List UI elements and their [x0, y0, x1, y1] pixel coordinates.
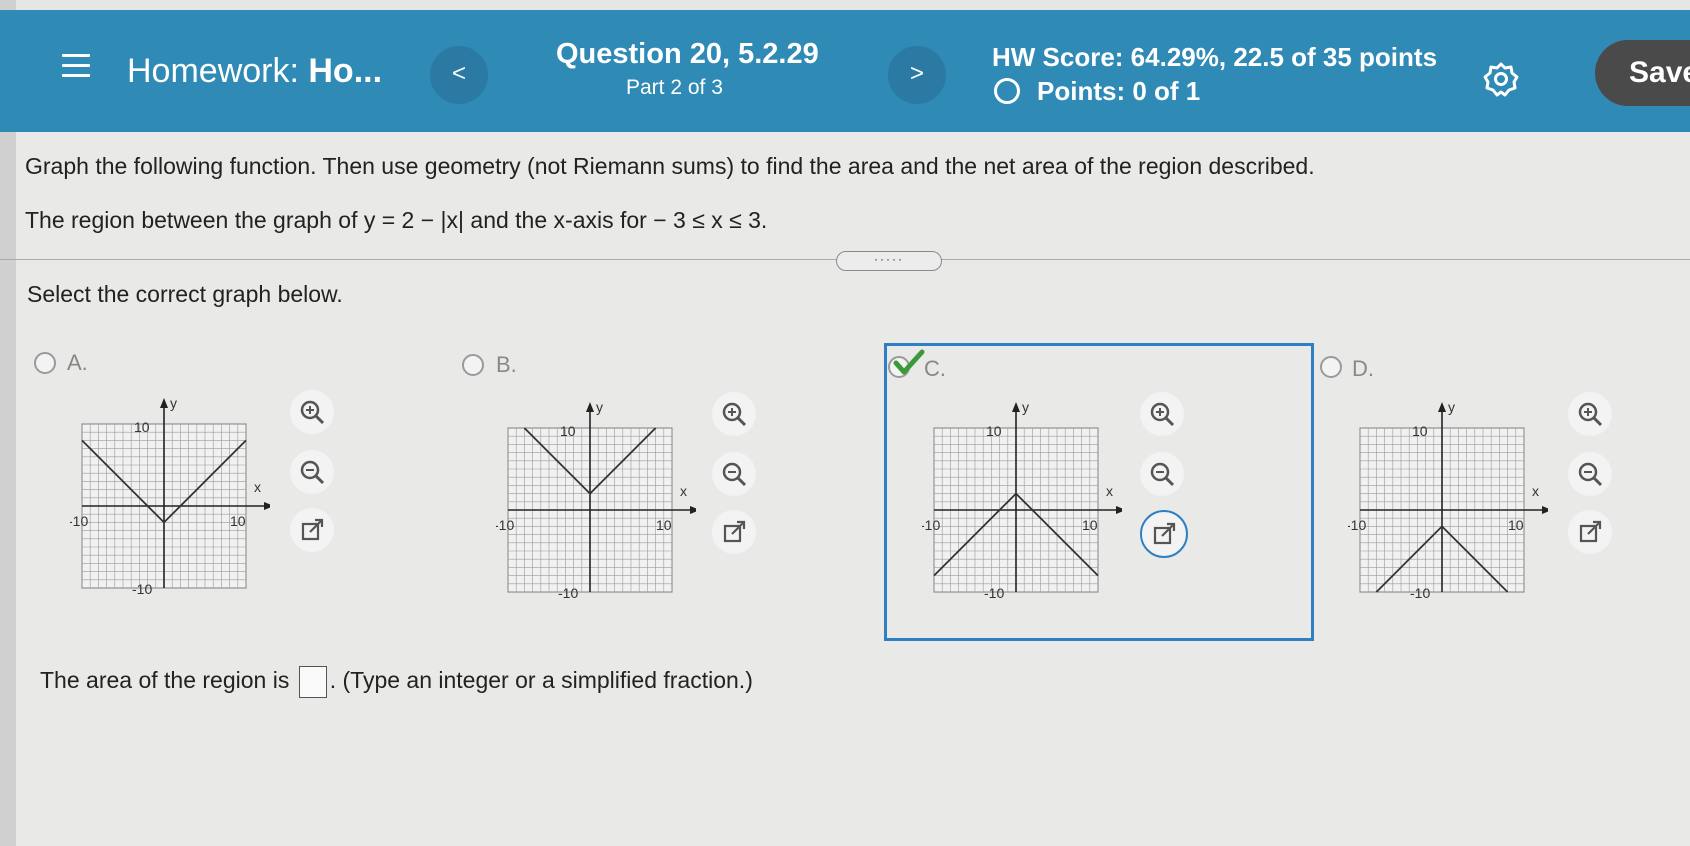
option-b-radio[interactable]	[462, 354, 484, 376]
y-axis-arrow	[1012, 402, 1020, 412]
open-icon-b[interactable]	[712, 510, 756, 554]
option-c-label[interactable]: C.	[924, 356, 946, 382]
y-max-tick-label: 10	[1412, 423, 1428, 439]
open-icon-c[interactable]	[1140, 510, 1188, 558]
graph-option-d[interactable]: y 10 -10 x -10 10	[1348, 390, 1548, 600]
y-axis-label: y	[170, 395, 177, 411]
expand-handle-button[interactable]: ·····	[836, 251, 942, 271]
points-text: Points: 0 of 1	[1037, 76, 1201, 106]
zoom-in-icon-a[interactable]	[290, 390, 334, 434]
area-prefix-text: The area of the region is	[40, 667, 290, 694]
points-status-icon	[994, 78, 1020, 104]
option-d-label[interactable]: D.	[1352, 356, 1374, 382]
x-axis-label: x	[1106, 483, 1113, 499]
zoom-in-icon-c[interactable]	[1140, 392, 1184, 436]
save-button[interactable]: Save	[1595, 40, 1690, 106]
y-max-tick-label: 10	[986, 423, 1002, 439]
gear-icon[interactable]	[1482, 60, 1520, 98]
header-bar: Homework: Ho... < Question 20, 5.2.29 Pa…	[0, 10, 1690, 132]
menu-icon[interactable]	[62, 54, 90, 80]
x-axis-arrow	[1116, 506, 1122, 514]
option-b-label[interactable]: B.	[496, 352, 517, 378]
x-axis-label: x	[254, 479, 261, 495]
x-min-tick-label: -10	[922, 517, 940, 533]
select-prompt: Select the correct graph below.	[27, 281, 343, 307]
zoom-out-icon-b[interactable]	[712, 452, 756, 496]
y-min-tick-label: -10	[984, 585, 1004, 600]
area-answer-input[interactable]	[298, 666, 327, 698]
open-icon-d[interactable]	[1568, 510, 1612, 554]
x-max-tick-label: 10	[656, 517, 672, 533]
y-max-tick-label: 10	[560, 423, 576, 439]
y-axis-arrow	[1438, 402, 1446, 412]
y-axis-label: y	[1448, 399, 1455, 415]
zoom-in-icon-b[interactable]	[712, 392, 756, 436]
homework-title[interactable]: Homework: Ho...	[127, 52, 382, 91]
instructions-text: Graph the following function. Then use g…	[25, 153, 1315, 179]
open-icon-a[interactable]	[290, 508, 334, 552]
zoom-out-icon-a[interactable]	[290, 450, 334, 494]
question-title: Question 20, 5.2.29	[556, 38, 819, 70]
y-max-tick-label: 10	[134, 419, 150, 435]
area-answer-line: The area of the region is . (Type an int…	[40, 666, 753, 698]
question-part: Part 2 of 3	[626, 76, 723, 99]
area-suffix-text: . (Type an integer or a simplified fract…	[329, 667, 753, 694]
y-axis-label: y	[1022, 399, 1029, 415]
x-axis-arrow	[1542, 506, 1548, 514]
x-min-tick-label: -10	[1348, 517, 1366, 533]
y-min-tick-label: -10	[558, 585, 578, 600]
x-max-tick-label: 10	[1508, 517, 1524, 533]
zoom-out-icon-d[interactable]	[1568, 452, 1612, 496]
zoom-out-icon-c[interactable]	[1140, 452, 1184, 496]
hw-score: HW Score: 64.29%, 22.5 of 35 points	[992, 42, 1438, 72]
option-d-radio[interactable]	[1320, 356, 1342, 378]
x-axis-arrow	[264, 502, 270, 510]
next-question-button[interactable]: >	[888, 46, 946, 104]
homework-title-name: Ho...	[308, 52, 383, 90]
x-axis-arrow	[690, 506, 696, 514]
option-a-radio[interactable]	[34, 352, 56, 374]
option-a-label[interactable]: A.	[67, 350, 88, 376]
x-min-tick-label: -10	[496, 517, 514, 533]
top-strip	[0, 0, 1690, 10]
graph-option-c[interactable]: y 10 -10 x -10 10	[922, 390, 1122, 600]
region-description: The region between the graph of y = 2 − …	[25, 207, 768, 233]
x-max-tick-label: 10	[230, 513, 246, 529]
graph-option-a[interactable]: y 10 -10 x -10 10	[70, 386, 270, 596]
x-axis-label: x	[680, 483, 687, 499]
x-max-tick-label: 10	[1082, 517, 1098, 533]
x-axis-label: x	[1532, 483, 1539, 499]
zoom-in-icon-d[interactable]	[1568, 392, 1612, 436]
homework-title-prefix: Homework:	[127, 52, 309, 90]
previous-question-button[interactable]: <	[430, 46, 488, 104]
y-axis-arrow	[160, 398, 168, 408]
checkmark-icon	[893, 349, 925, 375]
y-min-tick-label: -10	[1410, 585, 1430, 600]
x-min-tick-label: -10	[70, 513, 88, 529]
graph-option-b[interactable]: y 10 -10 x -10 10	[496, 390, 696, 600]
y-axis-arrow	[586, 402, 594, 412]
y-axis-label: y	[596, 399, 603, 415]
y-min-tick-label: -10	[132, 581, 152, 596]
